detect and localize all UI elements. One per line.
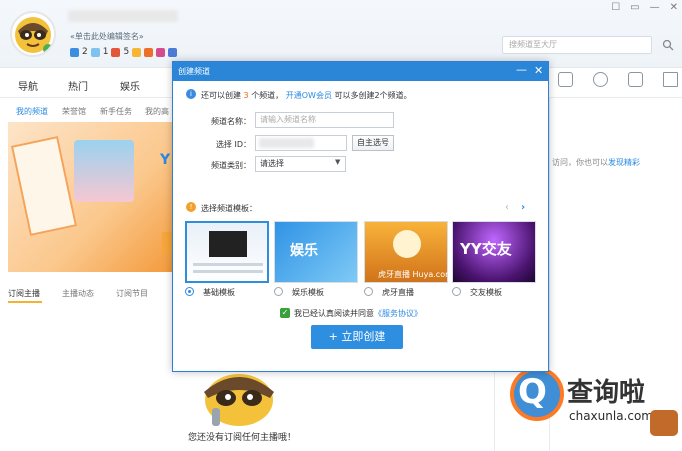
skin-icon[interactable]: ☐ xyxy=(611,2,620,13)
channel-category-label: 频道类别： xyxy=(211,161,251,170)
menu-icon[interactable]: ▭ xyxy=(630,2,639,13)
template-thumb-huya-text: 虎牙直播 Huya.com xyxy=(378,270,453,279)
tab-host-updates[interactable]: 主播动态 xyxy=(62,288,94,299)
agree-text: 我已经认真阅读并同意《服务协议》 xyxy=(294,308,422,319)
next-arrow-icon[interactable]: › xyxy=(521,202,525,213)
channel-name-input[interactable]: 请输入频道名称 xyxy=(255,112,394,128)
template-radio-entertainment[interactable] xyxy=(274,287,283,296)
template-thumb-basic[interactable] xyxy=(185,221,269,283)
template-label-huya: 虎牙直播 xyxy=(382,288,414,297)
quota-count: 3 xyxy=(243,91,249,100)
divider xyxy=(494,372,495,451)
badge-gift-icon xyxy=(156,47,166,57)
quota-prefix: 还可以创建 xyxy=(201,91,241,100)
channel-category-select[interactable]: 请选择 xyxy=(255,156,346,172)
dialog-titlebar[interactable] xyxy=(173,62,548,81)
search-input[interactable]: 搜频道至大厅 xyxy=(502,36,652,54)
agree-checkbox[interactable]: ✓ xyxy=(280,308,290,318)
template-radio-huya[interactable] xyxy=(364,287,373,296)
discover-link[interactable]: 发现精彩 xyxy=(608,158,640,167)
window-controls: ☐ ▭ — ✕ xyxy=(611,2,678,13)
template-label-entertainment: 娱乐模板 xyxy=(292,288,324,297)
channel-name-label: 频道名称： xyxy=(211,117,251,126)
chat-icon[interactable] xyxy=(558,72,573,87)
signature-hint[interactable]: «单击此处编辑签名» xyxy=(70,31,144,42)
template-radio-social[interactable] xyxy=(452,287,461,296)
nav-item-hot[interactable]: 热门 xyxy=(68,78,88,93)
contacts-icon[interactable] xyxy=(593,72,608,87)
badge-count: 1 xyxy=(102,47,109,57)
nav-item-entertainment[interactable]: 娱乐 xyxy=(120,78,140,93)
avatar[interactable] xyxy=(10,11,56,57)
username-redacted xyxy=(68,10,178,22)
watermark-brand: 查询啦 xyxy=(567,378,646,408)
info-icon: i xyxy=(186,89,196,99)
right-panel-label: 访问，你也可以 xyxy=(552,158,608,167)
prev-arrow-icon[interactable]: ‹ xyxy=(505,202,509,213)
vip-link[interactable]: 开通OW会员 xyxy=(286,91,332,100)
channel-id-redacted xyxy=(259,138,314,148)
badge-shield-icon xyxy=(168,47,178,57)
watermark-logo-letter: Q xyxy=(518,372,547,412)
apps-icon[interactable] xyxy=(663,72,678,87)
badge-medal-icon xyxy=(132,47,142,57)
dialog-minimize-icon[interactable]: — xyxy=(516,63,527,76)
template-section-title: 选择频道模板： xyxy=(201,204,257,213)
warning-icon: ! xyxy=(186,202,196,212)
channel-id-label: 选择 ID： xyxy=(215,140,251,149)
template-radio-basic[interactable] xyxy=(185,287,194,296)
watermark-domain: chaxunla.com xyxy=(569,409,653,423)
quota-mid: 个频道， xyxy=(251,91,284,100)
quota-suffix: 可以多创建2个频道。 xyxy=(334,91,412,100)
channel-quota-text: 还可以创建 3 个频道， 开通OW会员 可以多创建2个频道。 xyxy=(201,90,412,101)
template-thumb-entertainment-text: 娱乐 xyxy=(290,243,318,259)
subnav-honor-hall[interactable]: 荣誉馆 xyxy=(62,106,86,117)
agree-prefix: 我已经认真阅读并同意 xyxy=(294,309,374,318)
template-label-basic: 基础模板 xyxy=(203,288,235,297)
badge-count: 2 xyxy=(82,47,88,57)
group-icon[interactable] xyxy=(628,72,643,87)
create-now-button[interactable]: + 立即创建 xyxy=(311,325,403,349)
tab-active-indicator xyxy=(8,301,42,303)
subnav-newbie-tasks[interactable]: 新手任务 xyxy=(100,106,132,117)
badge-heart-icon xyxy=(90,47,100,57)
dialog-close-icon[interactable]: ✕ xyxy=(534,64,543,77)
choose-number-button[interactable]: 自主选号 xyxy=(352,135,394,151)
badge-row: 2 1 5 xyxy=(70,47,178,57)
template-label-social: 交友模板 xyxy=(470,288,502,297)
search-icon[interactable] xyxy=(662,39,674,51)
badge-vip-icon xyxy=(70,47,79,57)
service-agreement-link[interactable]: 《服务协议》 xyxy=(374,309,422,318)
right-panel-text: 访问，你也可以发现精彩 xyxy=(552,157,640,168)
chevron-down-icon[interactable]: ▼ xyxy=(335,158,340,166)
close-icon[interactable]: ✕ xyxy=(670,2,678,13)
treasure-chest-icon xyxy=(650,410,678,436)
nav-icon-group xyxy=(552,72,682,94)
badge-level-icon xyxy=(111,47,121,57)
nav-item-guide[interactable]: 导航 xyxy=(18,78,38,93)
minimize-icon[interactable]: — xyxy=(650,2,660,13)
badge-star-icon xyxy=(144,47,154,57)
empty-state-text: 您还没有订阅任何主播哦！ xyxy=(188,433,297,443)
banner-photo xyxy=(74,140,134,202)
subnav-my-channels[interactable]: 我的频道 xyxy=(16,106,48,117)
subnav-more[interactable]: 我的高 xyxy=(145,106,169,117)
template-thumb-social-text: YY交友 xyxy=(460,240,512,258)
dialog-title: 创建频道 xyxy=(178,67,210,76)
tab-subscribed-hosts[interactable]: 订阅主播 xyxy=(8,288,40,299)
badge-count: 5 xyxy=(123,47,130,57)
tab-subscribed-shows[interactable]: 订阅节目 xyxy=(116,288,148,299)
